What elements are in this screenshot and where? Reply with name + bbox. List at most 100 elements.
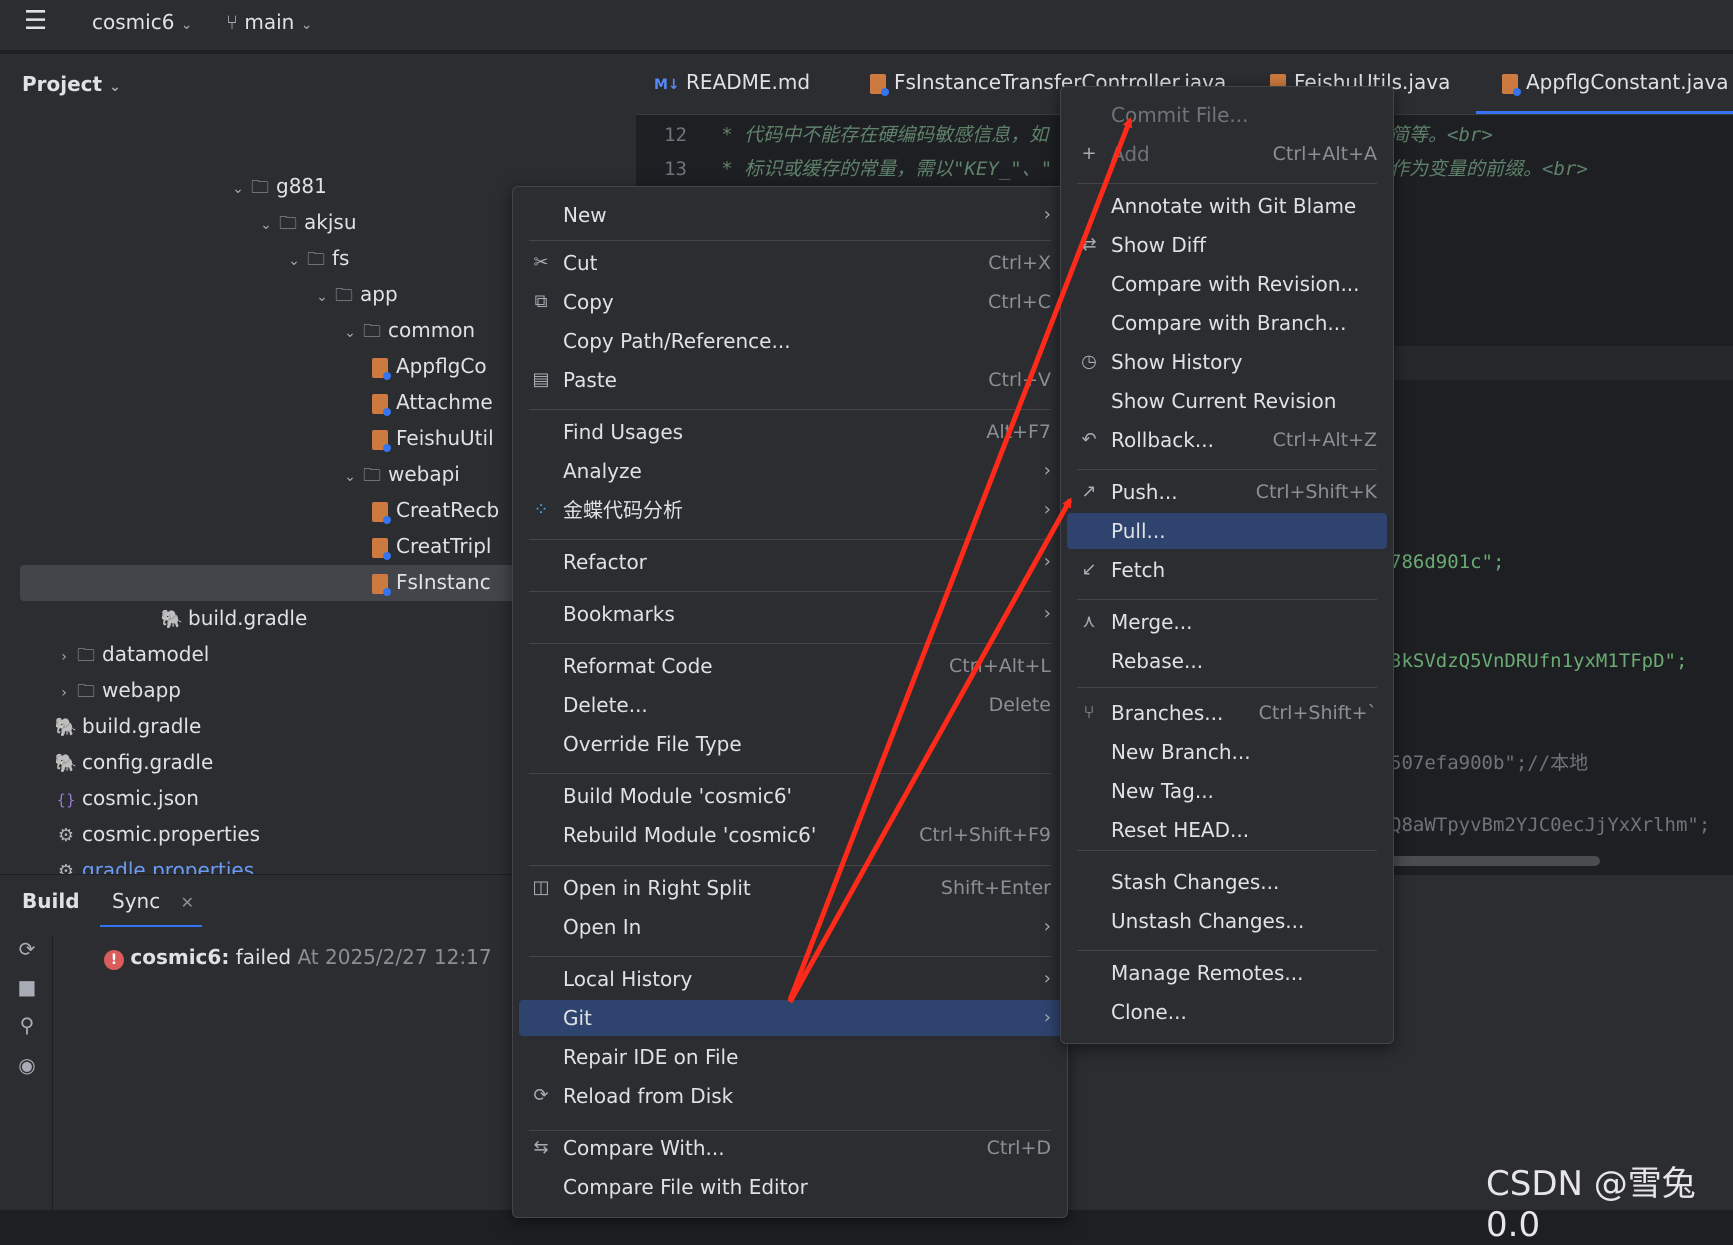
menu-item[interactable]: Compare File with Editor — [519, 1169, 1061, 1205]
tree-item[interactable]: FsInstanc — [368, 564, 491, 600]
chevron-down-icon[interactable]: ⌄ — [340, 459, 360, 495]
menu-item[interactable]: Override File Type — [519, 726, 1061, 762]
menu-item[interactable]: Reformat Code Ctrl+Alt+L — [519, 648, 1061, 684]
stop-icon[interactable]: ■ — [14, 975, 40, 1001]
chevron-right-icon[interactable]: › — [54, 675, 74, 711]
menu-item[interactable]: ↗ Push... Ctrl+Shift+K — [1067, 474, 1387, 510]
menu-item[interactable]: Show Current Revision — [1067, 383, 1387, 419]
tab-appflgconstant[interactable]: AppflgConstant.java — [1498, 70, 1729, 96]
tree-item[interactable]: › 🗀 datamodel — [54, 636, 209, 672]
menu-item[interactable]: Local History › — [519, 961, 1061, 997]
menu-item[interactable]: Refactor › — [519, 544, 1061, 580]
tree-item[interactable]: AppflgCo — [368, 348, 487, 384]
tree-item[interactable]: ⚙ cosmic.properties — [54, 816, 260, 852]
menu-item[interactable]: + Add Ctrl+Alt+A — [1067, 136, 1387, 172]
tree-item[interactable]: CreatRecb — [368, 492, 499, 528]
menu-item-label: Pull... — [1111, 519, 1166, 543]
pin-icon[interactable]: ⚲ — [14, 1013, 40, 1039]
menu-separator — [529, 591, 1051, 592]
menu-item[interactable]: Manage Remotes... — [1067, 955, 1387, 991]
menu-item[interactable]: ◫ Open in Right Split Shift+Enter — [519, 870, 1061, 906]
menu-item[interactable]: Analyze › — [519, 453, 1061, 489]
menu-item-label: Annotate with Git Blame — [1111, 194, 1357, 218]
menu-item[interactable]: Compare with Revision... — [1067, 266, 1387, 302]
menu-item[interactable]: Find Usages Alt+F7 — [519, 414, 1061, 450]
menu-item[interactable]: ▤ Paste Ctrl+V — [519, 362, 1061, 398]
menu-item[interactable]: ⧉ Copy Ctrl+C — [519, 284, 1061, 320]
menu-item[interactable]: ⇆ Compare With... Ctrl+D — [519, 1130, 1061, 1166]
menu-item[interactable]: Open In › — [519, 909, 1061, 945]
code-line-12[interactable]: 12 * 代码中不能存在硬编码敏感信息，如 — [664, 120, 1048, 147]
menu-item[interactable]: ⋏ Merge... — [1067, 604, 1387, 640]
menu-item-label: Rebase... — [1111, 649, 1204, 673]
tree-item[interactable]: {} cosmic.json — [54, 780, 198, 816]
menu-item-label: Reload from Disk — [563, 1084, 734, 1108]
menu-item[interactable]: Copy Path/Reference... — [519, 323, 1061, 359]
menu-item-shortcut: Ctrl+Shift+K — [1255, 481, 1377, 503]
tree-item[interactable]: CreatTripl — [368, 528, 491, 564]
tree-item[interactable]: 🐘 config.gradle — [54, 744, 214, 780]
menu-item[interactable]: Compare with Branch... — [1067, 305, 1387, 341]
menu-item[interactable]: Unstash Changes... — [1067, 903, 1387, 939]
menu-item[interactable]: ⁘ 金蝶代码分析 › — [519, 492, 1061, 528]
close-icon[interactable]: ✕ — [181, 893, 194, 912]
tree-item[interactable]: FeishuUtil — [368, 420, 494, 456]
menu-item[interactable]: ↶ Rollback... Ctrl+Alt+Z — [1067, 422, 1387, 458]
tree-item[interactable]: Attachme — [368, 384, 493, 420]
tab-readme[interactable]: M↓ README.md — [654, 70, 810, 94]
menu-item[interactable]: Git › — [519, 1000, 1061, 1036]
sync-icon[interactable]: ⟳ — [14, 937, 40, 963]
menu-item[interactable]: Stash Changes... — [1067, 864, 1387, 900]
tree-item[interactable]: › 🗀 webapp — [54, 672, 181, 708]
editor-scrollbar[interactable] — [1390, 856, 1600, 866]
chevron-down-icon[interactable]: ⌄ — [284, 243, 304, 279]
menu-item[interactable]: ↙ Fetch — [1067, 552, 1387, 588]
menu-item[interactable]: ⟳ Reload from Disk — [519, 1078, 1061, 1114]
chevron-down-icon[interactable]: ⌄ — [340, 315, 360, 351]
tree-item-label: FeishuUtil — [396, 426, 494, 450]
main-menu-icon[interactable]: ☰ — [24, 6, 47, 36]
chevron-down-icon[interactable]: ⌄ — [256, 207, 276, 243]
menu-item[interactable]: Reset HEAD... — [1067, 812, 1387, 848]
menu-item[interactable]: Annotate with Git Blame — [1067, 188, 1387, 224]
project-switcher[interactable]: cosmic6 ⌄ — [92, 10, 193, 34]
tree-item[interactable]: 🐘 build.gradle — [54, 708, 202, 744]
menu-item[interactable]: Commit File... — [1067, 97, 1387, 133]
menu-item[interactable]: Rebuild Module 'cosmic6' Ctrl+Shift+F9 — [519, 817, 1061, 853]
chevron-down-icon[interactable]: ⌄ — [312, 279, 332, 315]
menu-item[interactable]: Clone... — [1067, 994, 1387, 1030]
menu-item[interactable]: Delete... Delete — [519, 687, 1061, 723]
menu-item[interactable]: Bookmarks › — [519, 596, 1061, 632]
tree-item[interactable]: ⌄ 🗀 akjsu — [256, 204, 356, 243]
tree-item[interactable]: ⌄ 🗀 g881 — [228, 168, 327, 204]
tree-item[interactable]: ⌄ 🗀 fs — [284, 240, 349, 276]
build-status-row[interactable]: ! cosmic6: failed At 2025/2/27 12:17 — [104, 945, 492, 970]
menu-item[interactable]: Repair IDE on File — [519, 1039, 1061, 1075]
menu-item[interactable]: ⑂ Branches... Ctrl+Shift+` — [1067, 695, 1387, 731]
menu-item[interactable]: ⇄ Show Diff — [1067, 227, 1387, 263]
branch-switcher[interactable]: ⑂ main ⌄ — [226, 10, 312, 34]
chevron-right-icon[interactable]: › — [54, 639, 74, 675]
tree-item[interactable]: 🐘 build.gradle — [160, 600, 308, 636]
tree-item-label: fs — [332, 246, 350, 270]
menu-item-label: Stash Changes... — [1111, 870, 1280, 894]
eye-icon[interactable]: ◉ — [14, 1053, 40, 1079]
menu-item-label: Commit File... — [1111, 103, 1249, 127]
menu-item[interactable]: New Branch... — [1067, 734, 1387, 770]
menu-item[interactable]: Pull... — [1067, 513, 1387, 549]
menu-item[interactable]: Rebase... — [1067, 643, 1387, 679]
project-name: cosmic6 — [92, 10, 175, 34]
menu-item[interactable]: ◷ Show History — [1067, 344, 1387, 380]
menu-item[interactable]: New Tag... — [1067, 773, 1387, 809]
menu-item[interactable]: New › — [519, 197, 1061, 233]
tree-item[interactable]: ⌄ 🗀 webapi — [340, 456, 460, 492]
tab-build[interactable]: Build — [22, 889, 80, 913]
code-line-13[interactable]: 13 * 标识或缓存的常量，需以"KEY_"、" — [664, 154, 1052, 181]
tree-item[interactable]: ⌄ 🗀 common — [340, 312, 475, 348]
tab-sync[interactable]: Sync ✕ — [112, 889, 194, 913]
project-panel-header[interactable]: Project ⌄ — [22, 72, 121, 96]
menu-item[interactable]: ✂ Cut Ctrl+X — [519, 245, 1061, 281]
menu-item[interactable]: Build Module 'cosmic6' — [519, 778, 1061, 814]
chevron-down-icon[interactable]: ⌄ — [228, 171, 248, 207]
tree-item[interactable]: ⌄ 🗀 app — [312, 276, 398, 312]
